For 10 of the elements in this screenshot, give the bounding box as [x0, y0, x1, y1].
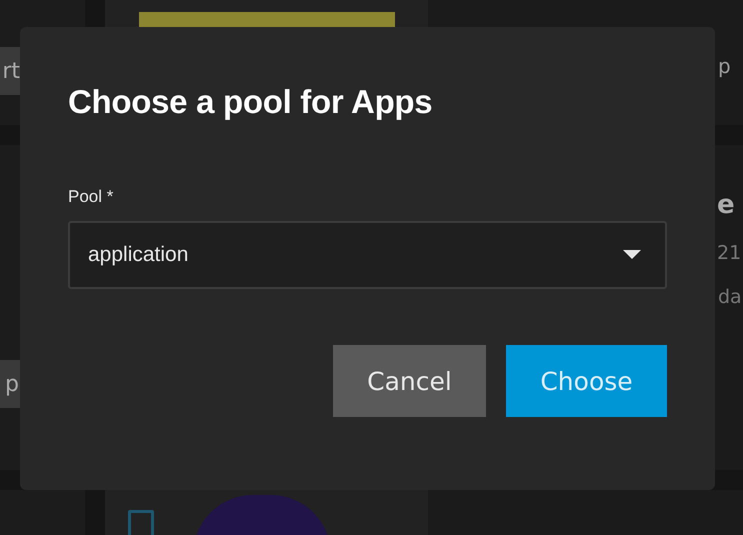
- background-text: 21: [717, 242, 742, 264]
- cancel-button[interactable]: Cancel: [333, 345, 486, 417]
- dialog-title: Choose a pool for Apps: [68, 83, 434, 121]
- checkbox-icon: [128, 510, 154, 535]
- caret-icon: [623, 250, 641, 260]
- field-label: Pool *: [68, 187, 114, 207]
- background-text: e: [717, 190, 735, 220]
- background-text: p: [718, 54, 731, 78]
- background-text: da: [718, 286, 742, 308]
- pool-select[interactable]: application: [68, 221, 667, 289]
